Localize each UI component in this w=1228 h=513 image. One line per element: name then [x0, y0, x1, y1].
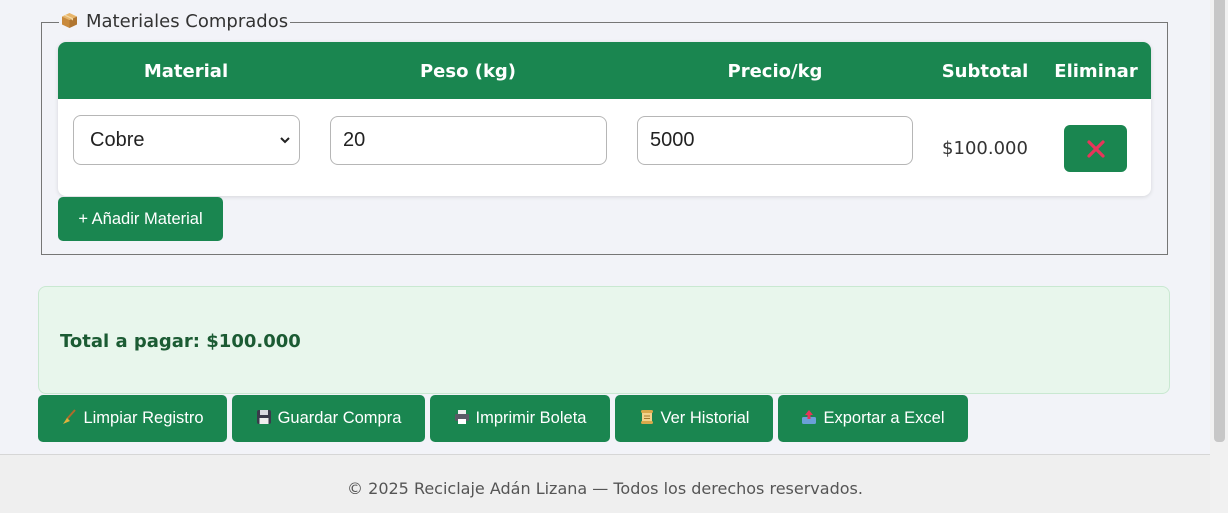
- close-icon: [1087, 140, 1105, 158]
- print-receipt-button[interactable]: Imprimir Boleta: [430, 395, 610, 442]
- footer: © 2025 Reciclaje Adán Lizana — Todos los…: [0, 454, 1210, 513]
- save-purchase-label: Guardar Compra: [277, 409, 402, 427]
- total-panel: Total a pagar: $100.000: [38, 286, 1170, 394]
- add-material-button[interactable]: + Añadir Material: [58, 197, 223, 241]
- row-subtotal: $100.000: [942, 138, 1028, 159]
- save-purchase-button[interactable]: Guardar Compra: [232, 395, 425, 442]
- chevron-down-icon: [280, 137, 290, 144]
- vertical-scrollbar[interactable]: [1210, 0, 1228, 513]
- weight-input[interactable]: 20: [330, 116, 607, 165]
- view-history-button[interactable]: Ver Historial: [615, 395, 773, 442]
- column-header-subtotal: Subtotal: [941, 61, 1029, 82]
- package-icon: [62, 13, 77, 28]
- material-select-value: Cobre: [90, 129, 145, 151]
- outbox-tray-icon: [802, 410, 817, 424]
- total-value: $100.000: [206, 331, 301, 352]
- floppy-disk-icon: [256, 410, 271, 424]
- printer-icon: [454, 410, 469, 424]
- column-header-price: Precio/kg: [727, 61, 823, 82]
- clear-record-label: Limpiar Registro: [83, 409, 204, 427]
- total-label: Total a pagar:: [60, 331, 200, 352]
- print-receipt-label: Imprimir Boleta: [475, 409, 587, 427]
- column-header-weight: Peso (kg): [419, 61, 517, 82]
- delete-row-button[interactable]: [1064, 125, 1127, 172]
- column-header-material: Material: [143, 61, 229, 82]
- table-header: Material Peso (kg) Precio/kg Subtotal El…: [58, 42, 1151, 99]
- export-excel-label: Exportar a Excel: [823, 409, 945, 427]
- scrollbar-thumb[interactable]: [1214, 0, 1225, 442]
- scroll-icon: [640, 410, 653, 424]
- export-excel-button[interactable]: Exportar a Excel: [778, 395, 968, 442]
- total-line: Total a pagar: $100.000: [60, 331, 301, 352]
- material-select[interactable]: Cobre: [73, 115, 300, 165]
- column-header-delete: Eliminar: [1054, 61, 1138, 82]
- broom-icon: [63, 409, 77, 424]
- view-history-label: Ver Historial: [660, 409, 750, 427]
- clear-record-button[interactable]: Limpiar Registro: [38, 395, 227, 442]
- materials-legend-text: Materiales Comprados: [86, 11, 289, 32]
- materials-legend: Materiales Comprados: [59, 12, 290, 32]
- footer-text: © 2025 Reciclaje Adán Lizana — Todos los…: [347, 479, 863, 498]
- price-input[interactable]: 5000: [637, 116, 913, 165]
